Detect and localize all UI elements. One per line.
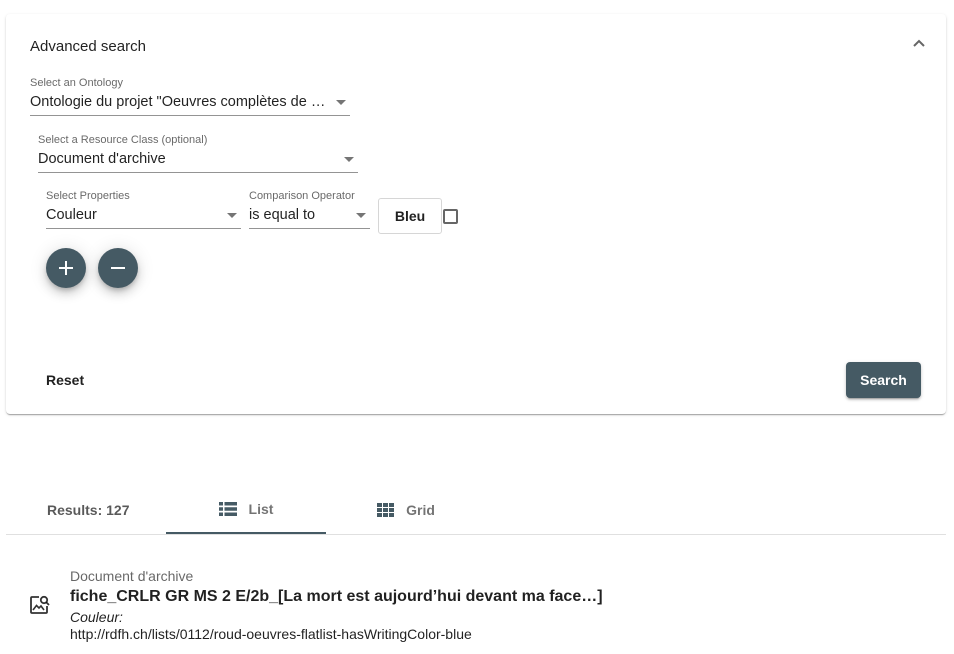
result-property-value: http://rdfh.ch/lists/0112/roud-oeuvres-f…: [70, 626, 472, 642]
remove-property-button[interactable]: [98, 248, 138, 288]
comparison-operator-text: is equal to: [249, 207, 316, 223]
ontology-select-value[interactable]: Ontologie du projet "Oeuvres complètes d…: [30, 90, 350, 116]
dropdown-arrow-icon: [356, 213, 366, 218]
resource-class-select-text: Document d'archive: [38, 151, 166, 167]
results-count: Results: 127: [47, 502, 130, 518]
value-checkbox[interactable]: [443, 209, 458, 224]
plus-icon: [59, 261, 73, 275]
advanced-search-panel: Advanced search Select an Ontology Ontol…: [6, 14, 946, 414]
list-item[interactable]: Document d'archive fiche_CRLR GR MS 2 E/…: [24, 566, 924, 646]
minus-icon: [111, 267, 125, 269]
dropdown-arrow-icon: [344, 157, 354, 162]
tab-grid-label: Grid: [406, 502, 435, 518]
search-value-input[interactable]: Bleu: [378, 198, 442, 234]
tab-grid[interactable]: Grid: [326, 486, 486, 534]
property-select-text: Couleur: [46, 207, 97, 223]
result-property-label: Couleur:: [70, 609, 123, 625]
result-title: fiche_CRLR GR MS 2 E/2b_[La mort est auj…: [70, 588, 603, 605]
panel-title: Advanced search: [30, 38, 146, 55]
comparison-operator-value[interactable]: is equal to: [249, 203, 370, 229]
ontology-select-text: Ontologie du projet "Oeuvres complètes d…: [30, 94, 350, 110]
resource-class-select-label: Select a Resource Class (optional): [38, 134, 208, 146]
reset-button[interactable]: Reset: [36, 368, 94, 392]
results-tab-bar: Results: 127 List Grid: [6, 486, 946, 535]
property-select[interactable]: Select Properties Couleur: [46, 189, 241, 229]
tab-list-label: List: [248, 501, 274, 517]
comparison-operator-label: Comparison Operator: [249, 190, 355, 202]
grid-icon: [377, 503, 395, 517]
resource-class-select[interactable]: Select a Resource Class (optional) Docum…: [38, 133, 358, 173]
add-property-button[interactable]: [46, 248, 86, 288]
ontology-select-label: Select an Ontology: [30, 77, 123, 89]
tab-list[interactable]: List: [166, 486, 326, 534]
resource-class-select-value[interactable]: Document d'archive: [38, 147, 358, 173]
dropdown-arrow-icon: [227, 213, 237, 218]
dropdown-arrow-icon: [336, 100, 346, 105]
search-button[interactable]: Search: [846, 362, 921, 398]
property-select-value[interactable]: Couleur: [46, 203, 241, 229]
comparison-operator-select[interactable]: Comparison Operator is equal to: [249, 189, 370, 229]
ontology-select[interactable]: Select an Ontology Ontologie du projet "…: [30, 76, 350, 116]
chevron-up-icon[interactable]: [912, 36, 926, 50]
list-icon: [218, 502, 237, 516]
property-select-label: Select Properties: [46, 190, 130, 202]
result-type: Document d'archive: [70, 568, 194, 584]
image-search-icon: [30, 595, 50, 614]
